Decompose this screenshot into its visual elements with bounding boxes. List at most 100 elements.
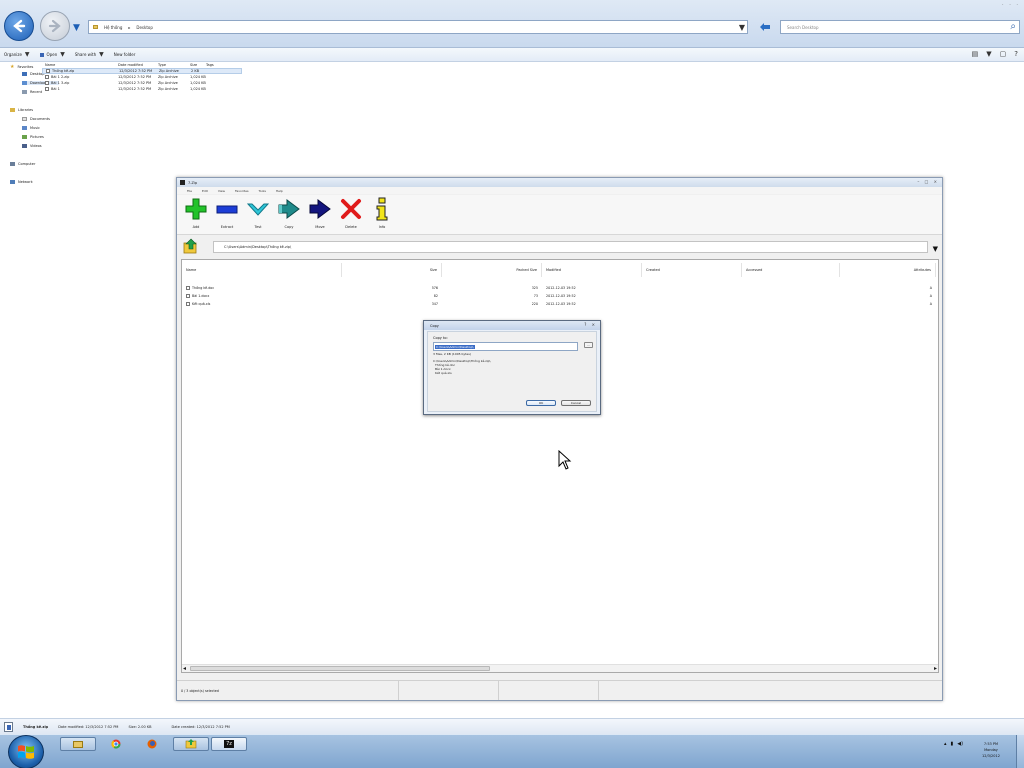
file-row[interactable]: Bài 1 12/3/2012 7:52 PM Zip Archive 1,02… xyxy=(42,86,242,92)
column-header-type[interactable]: Type xyxy=(158,63,190,67)
address-bar[interactable]: Hệ thống ▸ Desktop ▼ xyxy=(88,20,748,34)
path-input[interactable]: C:\Users\Admin\Desktop\Thống kê.zip\ xyxy=(213,241,928,253)
browse-button[interactable]: ... xyxy=(584,342,593,348)
share-with-button[interactable]: Share with ▼ xyxy=(75,51,104,58)
open-button[interactable]: Open ▼ xyxy=(39,51,65,58)
volume-icon[interactable]: ◀) xyxy=(957,741,963,747)
add-button[interactable]: Add xyxy=(182,197,210,233)
7zip-icon: 7z xyxy=(224,740,234,748)
chevron-down-icon[interactable]: ▼ xyxy=(986,50,991,58)
copy-dialog-titlebar[interactable]: Copy ? × xyxy=(424,321,600,330)
window-controls[interactable]: – □ × xyxy=(917,179,939,184)
archive-item-name: Kết quả.xls xyxy=(182,301,342,306)
menu-edit[interactable]: Edit xyxy=(202,189,208,193)
zip-file-icon xyxy=(45,81,49,85)
breadcrumb-root[interactable]: Hệ thống xyxy=(104,25,122,30)
view-options-icon[interactable]: ▤ xyxy=(972,50,979,58)
nav-item-videos[interactable]: Videos xyxy=(22,144,42,148)
nav-item-label: Videos xyxy=(30,144,42,148)
archive-item-attr: A xyxy=(929,285,932,290)
column-header-accessed[interactable]: Accessed xyxy=(742,263,840,277)
file-name-text: Bài 1 3.zip xyxy=(51,81,70,85)
horizontal-scrollbar[interactable]: ◂ ▸ xyxy=(182,664,938,672)
archive-tool-icon xyxy=(185,739,197,749)
cancel-button[interactable]: Cancel xyxy=(561,400,591,406)
nav-favorites[interactable]: ★ Favorites xyxy=(10,64,33,70)
search-input[interactable]: Search Desktop ⌕ xyxy=(780,20,1020,34)
clock[interactable]: 7:53 PM Monday 12/3/2012 xyxy=(982,741,1000,759)
nav-item-documents[interactable]: Documents xyxy=(22,117,50,121)
folder-icon xyxy=(93,25,98,29)
status-cell xyxy=(399,681,499,700)
file-date: 12/3/2012 7:52 PM xyxy=(119,69,153,73)
extract-button[interactable]: Extract xyxy=(213,197,241,233)
menu-file[interactable]: File xyxy=(187,189,192,193)
column-header-name[interactable]: Name xyxy=(182,263,342,277)
scrollbar-thumb[interactable] xyxy=(190,666,490,671)
ok-button[interactable]: OK xyxy=(526,400,556,406)
column-header-tags[interactable]: Tags xyxy=(206,63,226,67)
window-controls[interactable]: · · · xyxy=(1002,2,1020,8)
scroll-left-icon[interactable]: ◂ xyxy=(183,665,186,672)
search-placeholder: Search Desktop xyxy=(787,24,819,30)
column-header-size[interactable]: Size xyxy=(190,63,206,67)
show-desktop-button[interactable] xyxy=(1016,735,1024,768)
column-header-modified[interactable]: Modified xyxy=(542,263,642,277)
copy-button[interactable]: Copy xyxy=(275,197,303,233)
copy-destination-input[interactable]: C:\Users\Admin\Desktop\ xyxy=(433,342,578,351)
start-button[interactable] xyxy=(8,735,44,768)
up-folder-button[interactable] xyxy=(183,238,199,254)
column-header-attributes[interactable]: Attributes xyxy=(840,263,936,277)
search-icon[interactable]: ⌕ xyxy=(1010,21,1016,32)
column-header-created[interactable]: Created xyxy=(642,263,742,277)
test-button[interactable]: Test xyxy=(244,197,272,233)
show-hidden-icons-icon[interactable]: ▴ xyxy=(944,741,947,747)
column-header-date[interactable]: Date modified xyxy=(118,63,158,67)
scroll-right-icon[interactable]: ▸ xyxy=(934,665,937,672)
menu-tools[interactable]: Tools xyxy=(259,189,266,193)
nav-item-recent[interactable]: Recent xyxy=(22,90,42,94)
menu-view[interactable]: View xyxy=(218,189,225,193)
zip-file-icon xyxy=(46,69,50,73)
preview-pane-icon[interactable]: ▢ xyxy=(1000,50,1007,58)
archive-item-name: Thống kê.doc xyxy=(182,285,342,290)
back-button[interactable] xyxy=(4,11,34,41)
taskbar-7zip[interactable]: 7z xyxy=(211,737,247,751)
path-dropdown-icon[interactable]: ▼ xyxy=(933,245,938,253)
column-header-name[interactable]: Name xyxy=(42,63,118,67)
organize-button[interactable]: Organize ▼ xyxy=(4,51,30,58)
dialog-controls[interactable]: ? × xyxy=(584,322,597,327)
document-icon xyxy=(186,285,190,290)
taskbar-firefox[interactable] xyxy=(134,737,170,751)
archive-row[interactable]: Thống kê.doc 576 325 2012-12-03 19:52 A xyxy=(182,284,938,291)
delete-button[interactable]: Delete xyxy=(337,197,365,233)
7zip-titlebar[interactable]: 7-Zip – □ × xyxy=(177,178,942,187)
menu-help[interactable]: Help xyxy=(276,189,283,193)
recent-pages-dropdown-icon[interactable]: ▼ xyxy=(73,23,80,33)
refresh-button[interactable] xyxy=(754,20,776,34)
taskbar-chrome[interactable] xyxy=(98,737,134,751)
menu-favorites[interactable]: Favorites xyxy=(235,189,249,193)
nav-network[interactable]: Network xyxy=(10,180,33,184)
help-icon[interactable]: ? xyxy=(1014,50,1018,58)
archive-row[interactable]: Bài 1.docx 82 73 2012-12-03 19:52 A xyxy=(182,292,938,299)
column-header-packed-size[interactable]: Packed Size xyxy=(442,263,542,277)
taskbar-explorer[interactable] xyxy=(60,737,96,751)
address-dropdown-icon[interactable]: ▼ xyxy=(739,23,745,32)
column-header-size[interactable]: Size xyxy=(342,263,442,277)
nav-item-music[interactable]: Music xyxy=(22,126,40,130)
taskbar-archive-tool[interactable] xyxy=(173,737,209,751)
nav-computer[interactable]: Computer xyxy=(10,162,35,166)
breadcrumb-desktop[interactable]: Desktop xyxy=(136,25,153,30)
move-button[interactable]: Move xyxy=(306,197,334,233)
info-button[interactable]: Info xyxy=(368,197,396,233)
forward-button[interactable] xyxy=(40,11,70,41)
nav-item-label: Recent xyxy=(30,90,43,94)
details-file-name: Thống kê.zip xyxy=(23,724,49,729)
network-status-icon[interactable]: ▮ xyxy=(951,741,954,747)
nav-item-pictures[interactable]: Pictures xyxy=(22,135,44,139)
details-size: Size: 2.00 KB xyxy=(128,724,152,729)
nav-libraries[interactable]: Libraries xyxy=(10,108,33,112)
new-folder-button[interactable]: New folder xyxy=(114,52,136,57)
archive-row[interactable]: Kết quả.xls 347 220 2012-12-03 19:52 A xyxy=(182,300,938,307)
